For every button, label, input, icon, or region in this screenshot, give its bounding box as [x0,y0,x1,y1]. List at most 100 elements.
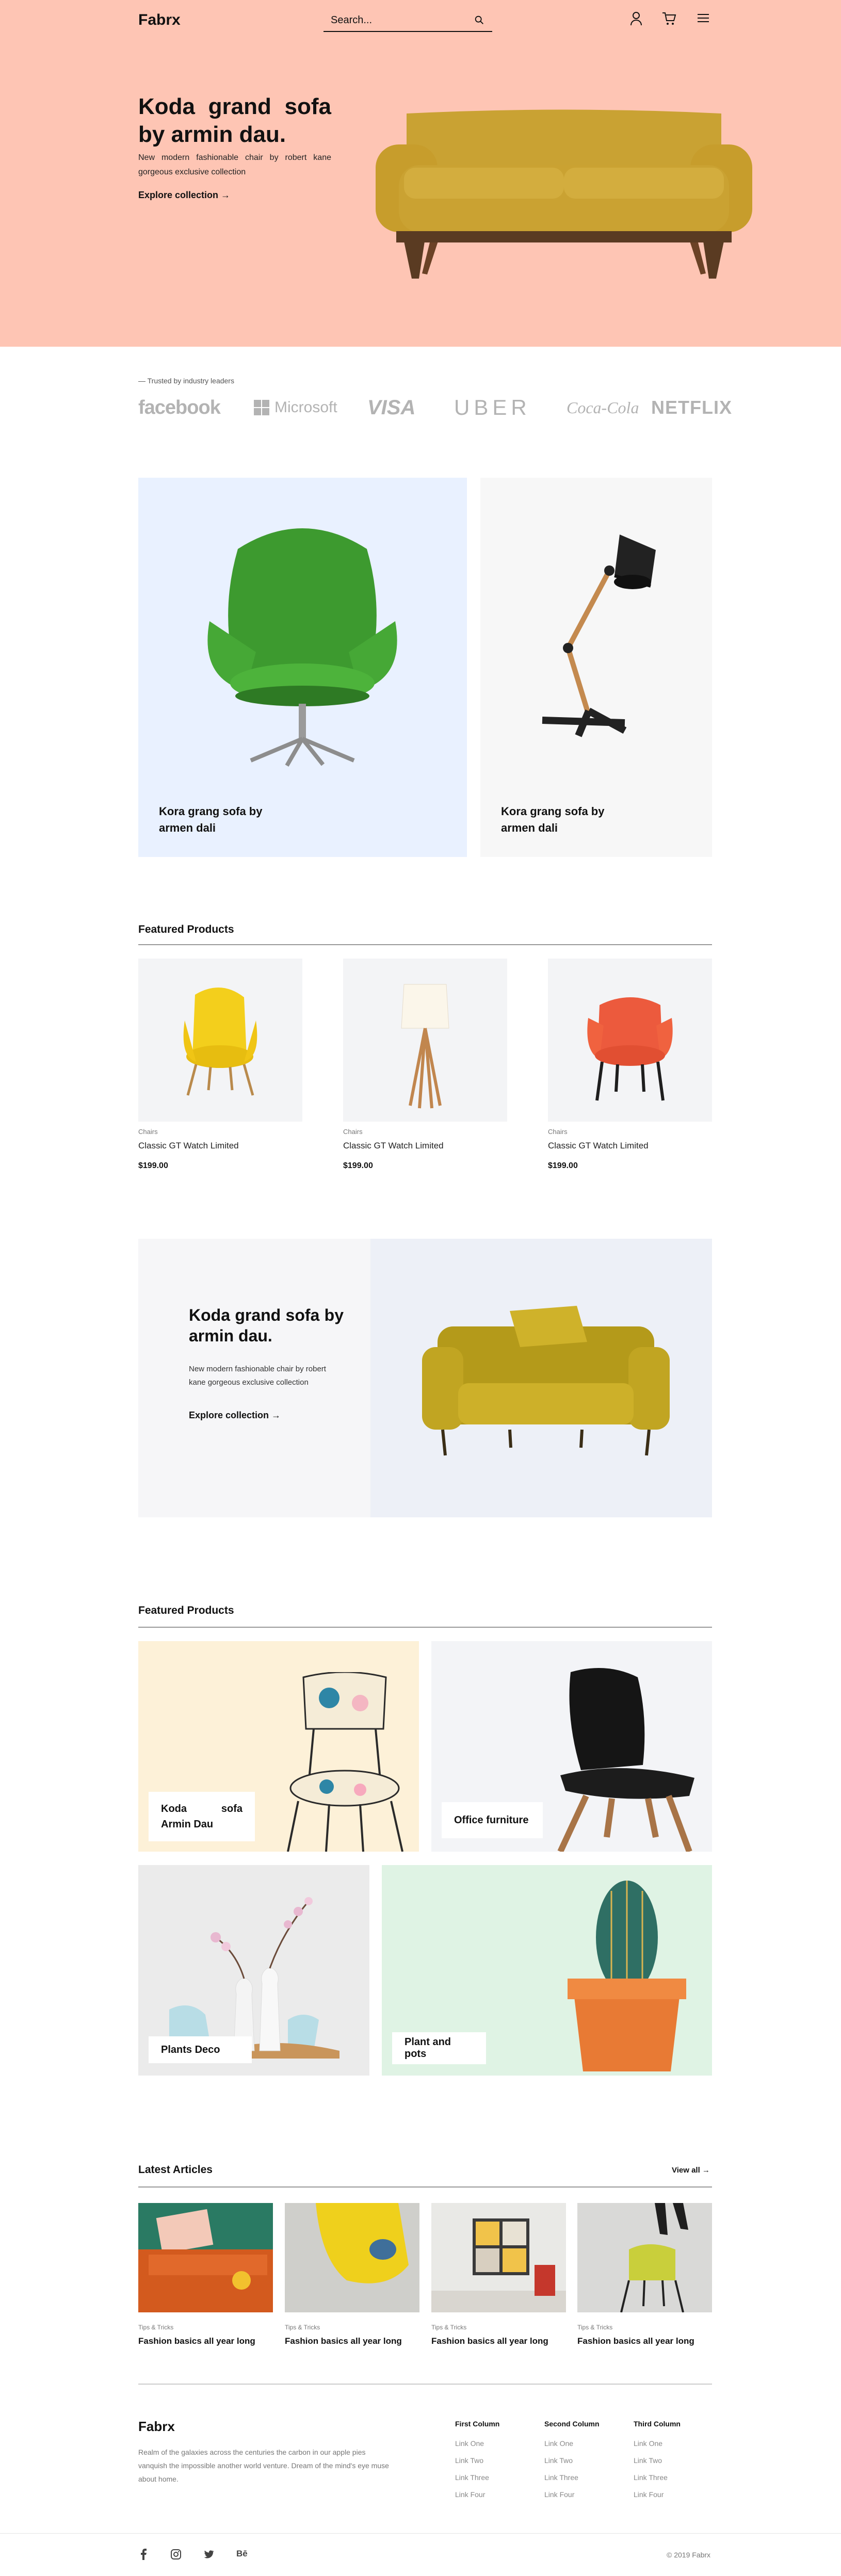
section-divider [138,2186,712,2188]
promo-explore-link[interactable]: Explore collection → [189,1410,281,1421]
twitter-icon[interactable] [203,2549,214,2560]
footer-link[interactable]: Link One [544,2435,600,2452]
search-icon[interactable] [474,14,485,26]
hero-section: Fabrx Koda grand sofa by armin dau. New … [0,0,841,347]
article-card[interactable]: Tips & Tricks Fashion basics all year lo… [577,2203,712,2346]
hero-subtitle: New modern fashionable chair by robert k… [138,153,331,176]
footer-link[interactable]: Link Four [455,2486,499,2503]
product-image[interactable] [548,959,712,1122]
orange-sofa-photo [138,2203,273,2312]
featured-products-title: Featured Products [138,924,234,935]
cart-icon[interactable] [662,11,676,26]
article-image[interactable] [138,2203,273,2312]
yellow-sofa-image [376,109,752,279]
tile-label[interactable]: Koda sofa Armin Dau [149,1792,255,1841]
footer-link[interactable]: Link Three [634,2469,681,2486]
footer-link[interactable]: Link Two [455,2452,499,2469]
menu-icon[interactable] [697,11,710,25]
article-title[interactable]: Fashion basics all year long [138,2336,273,2346]
article-category: Tips & Tricks [138,2324,174,2331]
copyright-text: © 2019 Fabrx [667,2551,711,2559]
showcase-caption[interactable]: Kora grang sofa by armen dali [159,803,262,836]
black-chair-image [557,1668,694,1852]
product-card[interactable]: Chairs Classic GT Watch Limited $199.00 [138,959,302,1171]
promo-banner: Koda grand sofa by armin dau. New modern… [138,1239,712,1517]
product-price: $199.00 [343,1161,373,1170]
yellow-chair-image [183,987,257,1096]
floor-lamp-image [401,984,449,1109]
promo-title: Koda grand sofa by armin dau. [189,1306,344,1345]
footer-description: Realm of the galaxies across the centuri… [138,2448,389,2483]
site-logo[interactable]: Fabrx [138,11,181,29]
product-category: Chairs [548,1128,568,1136]
brand-microsoft-logo: Microsoft [254,392,337,423]
orange-chair-image [587,997,673,1101]
category-tile-koda-sofa[interactable]: Koda sofa Armin Dau [138,1641,419,1852]
search-input[interactable] [331,13,465,27]
category-tile-plant-and-pots[interactable]: Plant and pots [382,1865,712,2076]
category-tile-office-furniture[interactable]: Office furniture [431,1641,712,1852]
shelf-room-photo [431,2203,566,2312]
article-category: Tips & Tricks [285,2324,320,2331]
green-armchair-image [207,528,397,767]
patterned-chair-image [287,1672,403,1852]
product-name[interactable]: Classic GT Watch Limited [138,1141,302,1151]
product-image[interactable] [138,959,302,1122]
article-card[interactable]: Tips & Tricks Fashion basics all year lo… [285,2203,419,2346]
search-bar[interactable] [324,9,492,32]
hero-explore-link[interactable]: Explore collection → [138,190,230,201]
product-image[interactable] [343,959,507,1122]
article-title[interactable]: Fashion basics all year long [431,2336,566,2346]
instagram-icon[interactable] [170,2549,182,2560]
article-image[interactable] [285,2203,419,2312]
footer-link[interactable]: Link Three [455,2469,499,2486]
footer-link[interactable]: Link Two [544,2452,600,2469]
category-tile-plants-deco[interactable]: Plants Deco [138,1865,369,2076]
product-card[interactable]: Chairs Classic GT Watch Limited $199.00 [343,959,507,1171]
article-title[interactable]: Fashion basics all year long [577,2336,712,2346]
showcase-card-lamp[interactable]: Kora grang sofa by armen dali [480,478,712,857]
user-icon[interactable] [630,11,642,26]
article-card[interactable]: Tips & Tricks Fashion basics all year lo… [431,2203,566,2346]
showcase-caption[interactable]: Kora grang sofa by armen dali [501,803,604,836]
article-image[interactable] [431,2203,566,2312]
footer-link[interactable]: Link One [634,2435,681,2452]
facebook-icon[interactable] [138,2549,150,2560]
view-all-link[interactable]: View all → [672,2166,710,2175]
footer-bottom-divider [0,2533,841,2534]
footer-link[interactable]: Link Four [544,2486,600,2503]
showcase-card-green-chair[interactable]: Kora grang sofa by armen dali [138,478,467,857]
featured-products-title-2: Featured Products [138,1605,234,1616]
product-card[interactable]: Chairs Classic GT Watch Limited $199.00 [548,959,712,1171]
promo-image-panel [370,1239,712,1517]
article-category: Tips & Tricks [431,2324,467,2331]
footer-link[interactable]: Link Four [634,2486,681,2503]
footer-link[interactable]: Link Three [544,2469,600,2486]
footer-link[interactable]: Link One [455,2435,499,2452]
article-card[interactable]: Tips & Tricks Fashion basics all year lo… [138,2203,273,2346]
footer-column-heading: First Column [455,2420,500,2428]
mustard-armchair-image [422,1306,670,1456]
product-name[interactable]: Classic GT Watch Limited [548,1141,712,1151]
behance-icon[interactable]: Bē [236,2549,252,2560]
yellow-chair-photo [285,2203,419,2312]
footer-column-heading: Third Column [634,2420,681,2428]
brand-visa-logo: VISA [367,396,416,419]
product-name[interactable]: Classic GT Watch Limited [343,1141,507,1151]
article-image[interactable] [577,2203,712,2312]
promo-text-panel: Koda grand sofa by armin dau. New modern… [138,1239,370,1517]
tile-label[interactable]: Office furniture [442,1802,543,1838]
article-title[interactable]: Fashion basics all year long [285,2336,419,2346]
footer-column-2: Second Column Link One Link Two Link Thr… [544,2420,600,2503]
microsoft-squares-icon [254,400,269,415]
brand-netflix-logo: NETFLIX [651,397,732,418]
footer-link[interactable]: Link Two [634,2452,681,2469]
tile-label[interactable]: Plant and pots [392,2032,486,2064]
footer-logo[interactable]: Fabrx [138,2419,175,2435]
brand-facebook-logo: facebook [138,396,221,418]
product-category: Chairs [138,1128,158,1136]
tile-label[interactable]: Plants Deco [149,2036,252,2063]
article-category: Tips & Tricks [577,2324,613,2331]
footer-column-3: Third Column Link One Link Two Link Thre… [634,2420,681,2503]
product-price: $199.00 [138,1161,168,1170]
